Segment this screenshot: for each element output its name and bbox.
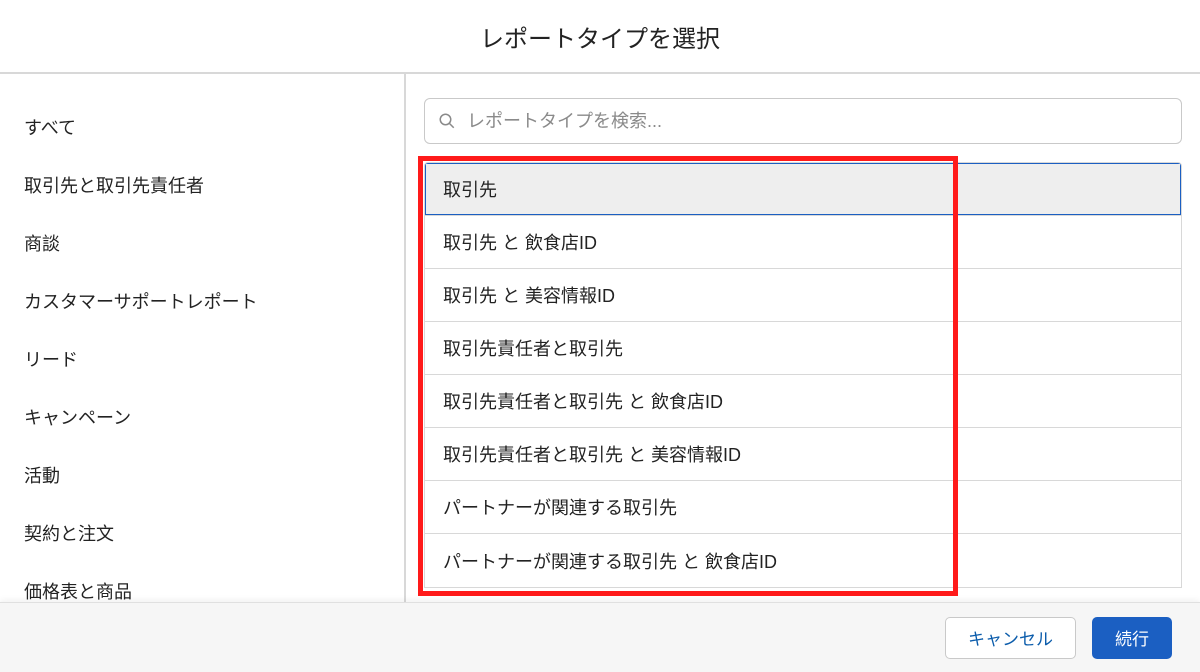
sidebar-item-label: 取引先と取引先責任者	[24, 176, 204, 196]
sidebar-item-contracts-orders[interactable]: 契約と注文	[0, 504, 404, 562]
report-type-row[interactable]: 取引先責任者と取引先 と 美容情報ID	[425, 428, 1181, 481]
report-type-list: 取引先 取引先 と 飲食店ID 取引先 と 美容情報ID 取引先責任者と取引先 …	[424, 162, 1182, 588]
search-input[interactable]	[424, 98, 1182, 144]
sidebar-item-label: 活動	[24, 466, 60, 486]
dialog-footer: キャンセル 続行	[0, 602, 1200, 672]
continue-button[interactable]: 続行	[1092, 617, 1172, 659]
report-type-label: 取引先責任者と取引先 と 美容情報ID	[443, 441, 741, 467]
dialog-header: レポートタイプを選択	[0, 0, 1200, 74]
report-type-row[interactable]: パートナーが関連する取引先 と 飲食店ID	[425, 534, 1181, 587]
report-type-row[interactable]: 取引先責任者と取引先 と 飲食店ID	[425, 375, 1181, 428]
sidebar-item-label: 価格表と商品	[24, 582, 132, 602]
search-wrap	[424, 98, 1182, 144]
sidebar-item-label: リード	[24, 350, 78, 370]
report-type-list-container: 取引先 取引先 と 飲食店ID 取引先 と 美容情報ID 取引先責任者と取引先 …	[424, 162, 1182, 588]
sidebar-item-label: カスタマーサポートレポート	[24, 292, 258, 312]
report-type-label: パートナーが関連する取引先 と 飲食店ID	[443, 548, 777, 574]
report-type-label: パートナーが関連する取引先	[443, 494, 677, 520]
report-type-label: 取引先 と 飲食店ID	[443, 229, 597, 255]
cancel-button[interactable]: キャンセル	[945, 617, 1076, 659]
sidebar-item-leads[interactable]: リード	[0, 330, 404, 388]
sidebar-item-customer-support[interactable]: カスタマーサポートレポート	[0, 272, 404, 330]
report-type-label: 取引先	[443, 176, 497, 202]
sidebar-item-label: キャンペーン	[24, 408, 131, 428]
report-type-row[interactable]: 取引先責任者と取引先	[425, 322, 1181, 375]
report-type-row[interactable]: 取引先	[425, 163, 1181, 216]
sidebar-item-label: 契約と注文	[24, 524, 114, 544]
report-type-label: 取引先責任者と取引先	[443, 335, 623, 361]
category-sidebar: すべて 取引先と取引先責任者 商談 カスタマーサポートレポート リード キャンペ…	[0, 74, 406, 602]
sidebar-item-all[interactable]: すべて	[0, 98, 404, 156]
report-type-row[interactable]: パートナーが関連する取引先	[425, 481, 1181, 534]
sidebar-item-label: 商談	[24, 234, 60, 254]
report-type-row[interactable]: 取引先 と 美容情報ID	[425, 269, 1181, 322]
main-panel: 取引先 取引先 と 飲食店ID 取引先 と 美容情報ID 取引先責任者と取引先 …	[406, 74, 1200, 602]
report-type-row[interactable]: 取引先 と 飲食店ID	[425, 216, 1181, 269]
sidebar-item-label: すべて	[24, 118, 76, 138]
sidebar-item-activities[interactable]: 活動	[0, 446, 404, 504]
report-type-label: 取引先責任者と取引先 と 飲食店ID	[443, 388, 723, 414]
page-title: レポートタイプを選択	[480, 19, 720, 54]
sidebar-item-accounts-contacts[interactable]: 取引先と取引先責任者	[0, 156, 404, 214]
sidebar-item-opportunities[interactable]: 商談	[0, 214, 404, 272]
report-type-label: 取引先 と 美容情報ID	[443, 282, 615, 308]
dialog-body: すべて 取引先と取引先責任者 商談 カスタマーサポートレポート リード キャンペ…	[0, 74, 1200, 602]
sidebar-item-campaigns[interactable]: キャンペーン	[0, 388, 404, 446]
